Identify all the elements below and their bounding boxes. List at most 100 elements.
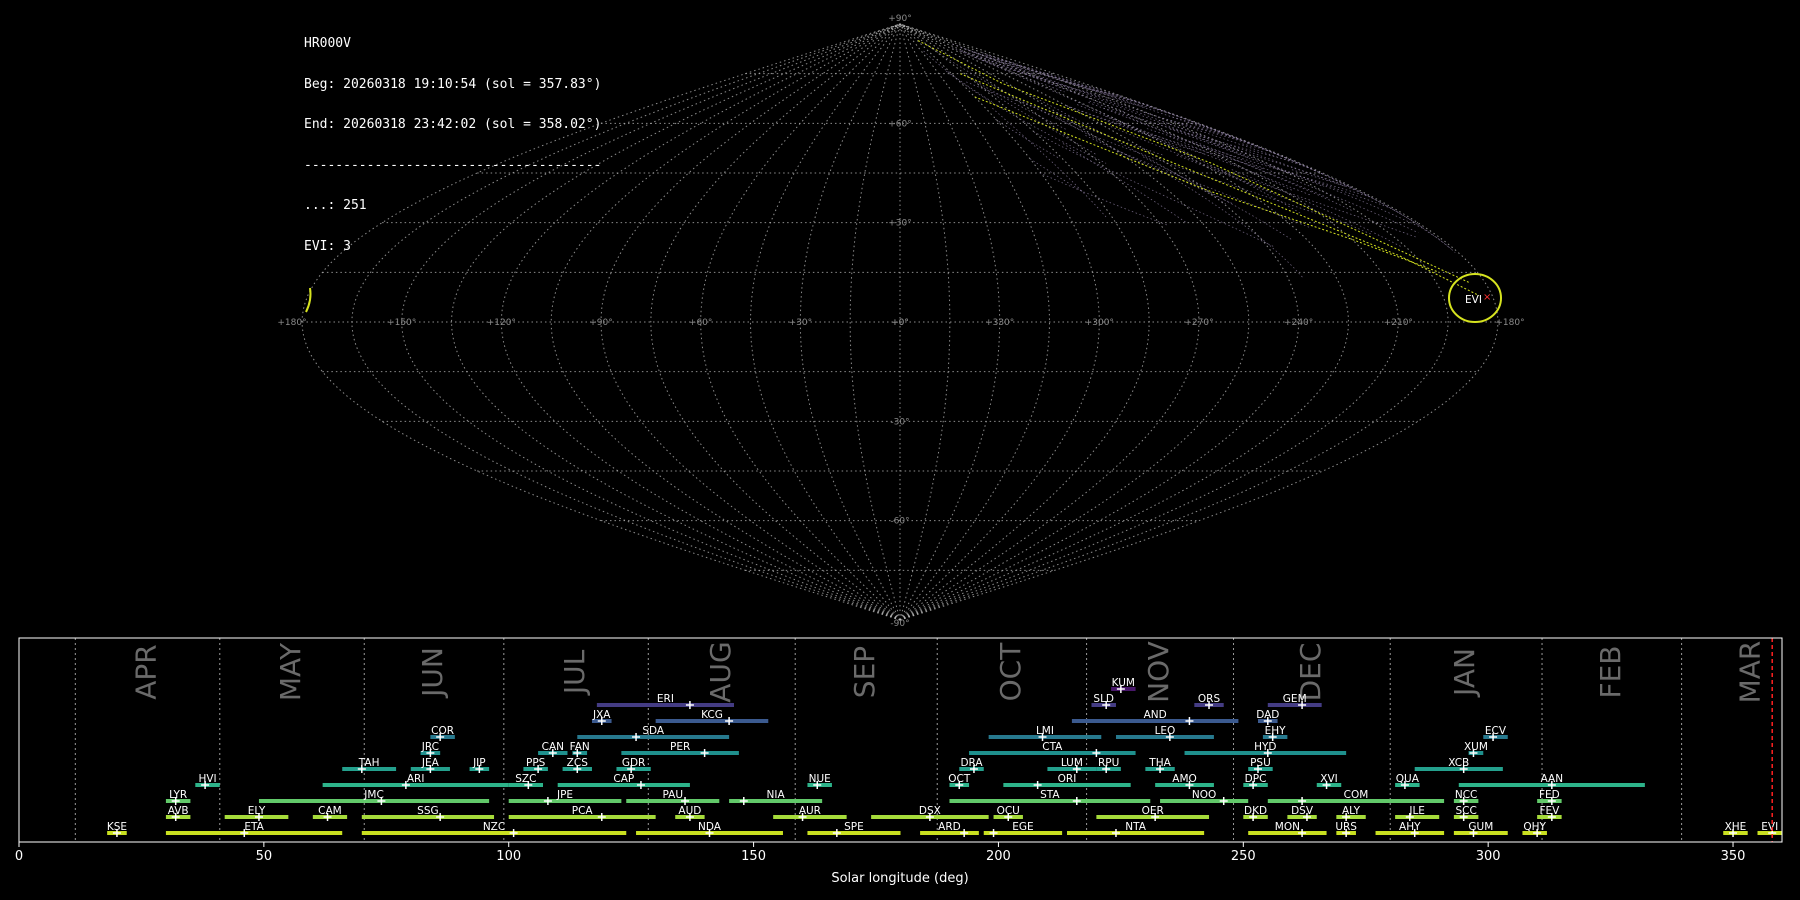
shower-gem: GEM: [1267, 693, 1322, 709]
shower-jea: JEA: [410, 757, 450, 773]
sporadic-track: [1209, 165, 1418, 239]
shower-lyr: LYR: [165, 789, 191, 805]
shower-ors: ORS: [1194, 693, 1224, 709]
shower-label: SCC: [1455, 805, 1476, 817]
activity-bar: [596, 703, 734, 707]
shower-sta: STA: [949, 789, 1151, 805]
activity-bar: [1267, 799, 1445, 803]
shower-kse: KSE: [107, 821, 127, 837]
shower-oer: OER: [1096, 805, 1210, 821]
sporadic-track: [1146, 128, 1370, 198]
shower-label: AVB: [168, 805, 189, 817]
sporadic-track: [1118, 150, 1310, 228]
shower-cam: CAM: [312, 805, 348, 821]
activity-bar: [1468, 751, 1484, 755]
activity-bar: [1091, 703, 1116, 707]
shower-label: LYR: [169, 789, 187, 801]
ra-tick-label: +180°: [277, 318, 306, 328]
shower-dra: DRA: [959, 757, 984, 773]
shower-aur: AUR: [773, 805, 847, 821]
activity-bar: [1316, 783, 1342, 787]
shower-rpu: RPU: [1096, 757, 1121, 773]
activity-bar: [1453, 831, 1508, 835]
activity-bar: [1155, 783, 1214, 787]
dec-tick-label: +90°: [888, 14, 912, 24]
shower-label: SDA: [642, 725, 665, 737]
shower-label: NIA: [767, 789, 786, 801]
shower-kcg: KCG: [655, 709, 769, 725]
shower-fed: FED: [1537, 789, 1562, 805]
shower-label: TAH: [358, 757, 380, 769]
sporadic-track: [1064, 81, 1298, 164]
shower-xcb: XCB: [1414, 757, 1503, 773]
shower-label: ELY: [248, 805, 266, 817]
activity-bar: [1194, 703, 1224, 707]
shower-mon: MON: [1248, 821, 1327, 837]
shower-label: URS: [1335, 821, 1357, 833]
shower-label: EGE: [1012, 821, 1033, 833]
shower-spe: SPE: [807, 821, 901, 837]
activity-bar: [1003, 783, 1131, 787]
activity-bar: [1096, 815, 1210, 819]
shower-cor: COR: [430, 725, 455, 741]
shower-and: AND: [1071, 709, 1239, 725]
shower-label: AUR: [799, 805, 821, 817]
shower-label: OCU: [997, 805, 1020, 817]
shower-label: STA: [1040, 789, 1060, 801]
shower-dsv: DSV: [1287, 805, 1317, 821]
x-tick-label: 100: [496, 849, 521, 864]
activity-bar: [1243, 815, 1268, 819]
shower-per: PER: [621, 741, 739, 757]
shower-eta: ETA: [165, 821, 343, 837]
activity-bar: [322, 783, 509, 787]
activity-bar: [1184, 751, 1347, 755]
shower-track: [974, 96, 1440, 273]
shower-label: CAN: [542, 741, 564, 753]
shower-label: DAD: [1256, 709, 1279, 721]
month-label: JUL: [558, 649, 591, 696]
shower-evi: EVI: [1757, 821, 1782, 837]
activity-bar: [508, 799, 622, 803]
shower-noo: NOO: [1160, 789, 1249, 805]
shower-label: JIP: [472, 757, 486, 769]
shower-label: SPE: [844, 821, 864, 833]
shower-label: EVI: [1761, 821, 1778, 833]
activity-bar: [1145, 767, 1175, 771]
shower-qhy: QHY: [1522, 821, 1547, 837]
activity-bar: [807, 831, 901, 835]
shower-label: DRA: [960, 757, 983, 769]
dec-tick-label: +30°: [888, 219, 912, 229]
shower-label: FAN: [570, 741, 590, 753]
shower-label: JPE: [556, 789, 573, 801]
activity-bar: [1160, 799, 1249, 803]
radiant-label-evi: EVI: [1465, 294, 1482, 306]
activity-bar: [1287, 815, 1317, 819]
shower-label: KCG: [701, 709, 723, 721]
activity-bar: [1395, 815, 1440, 819]
activity-bar: [621, 751, 739, 755]
shower-nda: NDA: [636, 821, 783, 837]
shower-xvi: XVI: [1316, 773, 1342, 789]
shower-label: QHY: [1523, 821, 1546, 833]
shower-label: FED: [1539, 789, 1560, 801]
shower-label: NTA: [1125, 821, 1146, 833]
x-tick-label: 50: [256, 849, 273, 864]
shower-label: PAU: [663, 789, 684, 801]
shower-label: AAN: [1541, 773, 1564, 785]
activity-bar: [969, 751, 1136, 755]
activity-bar: [1111, 687, 1136, 691]
shower-pca: PCA: [508, 805, 656, 821]
month-label: AUG: [704, 641, 737, 702]
shower-nzc: NZC: [361, 821, 627, 837]
dec-tick-label: -60°: [890, 517, 909, 527]
shower-aly: ALY: [1336, 805, 1366, 821]
shower-label: AND: [1144, 709, 1167, 721]
ra-tick-label: +330°: [985, 318, 1014, 328]
sporadic-track: [1142, 156, 1293, 241]
shower-label: NCC: [1455, 789, 1478, 801]
shower-bars: KSE ETA NZC NDA SPE ARD EGE NTA MON URS AHY GUM QHY X…: [107, 638, 1782, 842]
shower-label: LUM: [1061, 757, 1083, 769]
shower-ocu: OCU: [993, 805, 1023, 821]
shower-dad: DAD: [1256, 709, 1279, 725]
shower-ari: ARI: [322, 773, 509, 789]
